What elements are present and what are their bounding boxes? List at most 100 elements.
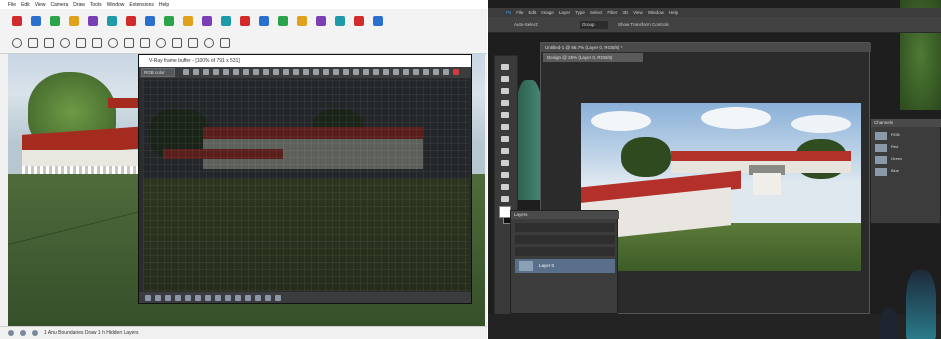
- view-tool-icon[interactable]: [76, 38, 86, 48]
- render-tool-icon[interactable]: [363, 69, 369, 75]
- render-tool-icon[interactable]: [273, 69, 279, 75]
- ps-logo[interactable]: Ps: [506, 10, 511, 15]
- blend-mode-row[interactable]: [515, 235, 615, 244]
- menu-extensions[interactable]: Extensions: [129, 2, 153, 8]
- render-tool-icon[interactable]: [213, 69, 219, 75]
- ps-menu-type[interactable]: Type: [575, 10, 585, 15]
- line-icon[interactable]: [69, 16, 79, 26]
- ps-tool-icon[interactable]: [498, 146, 514, 156]
- rotate-icon[interactable]: [145, 16, 155, 26]
- materials-icon[interactable]: [373, 16, 383, 26]
- channel-green[interactable]: Green: [875, 155, 938, 165]
- ps-tool-icon[interactable]: [498, 122, 514, 132]
- menu-help[interactable]: Help: [159, 2, 169, 8]
- render-tool-icon[interactable]: [453, 69, 459, 75]
- view-tool-icon[interactable]: [204, 38, 214, 48]
- render-bottom-icon[interactable]: [235, 295, 241, 301]
- offset-icon[interactable]: [183, 16, 193, 26]
- orbit-icon[interactable]: [240, 16, 250, 26]
- zoom-extents-icon[interactable]: [297, 16, 307, 26]
- ps-menu-view[interactable]: View: [633, 10, 643, 15]
- ps-menu-help[interactable]: Help: [669, 10, 678, 15]
- view-tool-icon[interactable]: [156, 38, 166, 48]
- render-tool-icon[interactable]: [253, 69, 259, 75]
- render-tool-icon[interactable]: [263, 69, 269, 75]
- view-tool-icon[interactable]: [140, 38, 150, 48]
- scale-icon[interactable]: [164, 16, 174, 26]
- view-tool-icon[interactable]: [124, 38, 134, 48]
- transform-controls-toggle[interactable]: Show Transform Controls: [618, 22, 669, 27]
- view-tool-icon[interactable]: [12, 38, 22, 48]
- ps-menu-image[interactable]: Image: [541, 10, 554, 15]
- render-tool-icon[interactable]: [223, 69, 229, 75]
- render-tool-icon[interactable]: [443, 69, 449, 75]
- channels-panel-title[interactable]: Channels: [871, 119, 941, 127]
- ps-menu-filter[interactable]: Filter: [607, 10, 617, 15]
- rectangle-icon[interactable]: [88, 16, 98, 26]
- eraser-icon[interactable]: [31, 16, 41, 26]
- channel-rgb[interactable]: RGB: [875, 131, 938, 141]
- menu-window[interactable]: Window: [107, 2, 125, 8]
- render-tool-icon[interactable]: [403, 69, 409, 75]
- render-bottom-icon[interactable]: [185, 295, 191, 301]
- menu-camera[interactable]: Camera: [50, 2, 68, 8]
- ps-tool-icon[interactable]: [498, 62, 514, 72]
- render-tool-icon[interactable]: [183, 69, 189, 75]
- menu-view[interactable]: View: [35, 2, 46, 8]
- render-bottom-icon[interactable]: [225, 295, 231, 301]
- render-tool-icon[interactable]: [203, 69, 209, 75]
- document-tab-secondary[interactable]: Design @ 25% (Layer 0, RGB/8): [543, 53, 643, 62]
- menu-file[interactable]: File: [8, 2, 16, 8]
- auto-select-dropdown[interactable]: Group: [580, 21, 608, 29]
- menu-draw[interactable]: Draw: [73, 2, 85, 8]
- render-bottom-icon[interactable]: [275, 295, 281, 301]
- paint-icon[interactable]: [221, 16, 231, 26]
- channel-select[interactable]: RGB color: [141, 68, 175, 77]
- render-tool-icon[interactable]: [423, 69, 429, 75]
- render-tool-icon[interactable]: [283, 69, 289, 75]
- photoshop-canvas[interactable]: [581, 103, 861, 271]
- ps-tool-icon[interactable]: [498, 158, 514, 168]
- ps-menu-select[interactable]: Select: [590, 10, 603, 15]
- help-icon[interactable]: [32, 330, 38, 336]
- render-bottom-icon[interactable]: [215, 295, 221, 301]
- view-tool-icon[interactable]: [188, 38, 198, 48]
- render-tool-icon[interactable]: [353, 69, 359, 75]
- lock-row[interactable]: [515, 247, 615, 256]
- render-tool-icon[interactable]: [293, 69, 299, 75]
- channel-red[interactable]: Red: [875, 143, 938, 153]
- channel-blue[interactable]: Blue: [875, 167, 938, 177]
- render-tool-icon[interactable]: [303, 69, 309, 75]
- view-tool-icon[interactable]: [60, 38, 70, 48]
- render-bottom-icon[interactable]: [195, 295, 201, 301]
- ps-menu-edit[interactable]: Edit: [529, 10, 537, 15]
- render-bottom-icon[interactable]: [265, 295, 271, 301]
- render-tool-icon[interactable]: [393, 69, 399, 75]
- walk-icon[interactable]: [316, 16, 326, 26]
- pan-icon[interactable]: [259, 16, 269, 26]
- ps-tool-icon[interactable]: [498, 110, 514, 120]
- section-icon[interactable]: [335, 16, 345, 26]
- render-tool-icon[interactable]: [323, 69, 329, 75]
- render-bottom-icon[interactable]: [155, 295, 161, 301]
- render-tool-icon[interactable]: [383, 69, 389, 75]
- render-tool-icon[interactable]: [373, 69, 379, 75]
- push-pull-icon[interactable]: [107, 16, 117, 26]
- render-tool-icon[interactable]: [313, 69, 319, 75]
- render-tool-icon[interactable]: [233, 69, 239, 75]
- ps-tool-icon[interactable]: [498, 170, 514, 180]
- ps-menu-layer[interactable]: Layer: [559, 10, 570, 15]
- render-tool-icon[interactable]: [243, 69, 249, 75]
- render-tool-icon[interactable]: [413, 69, 419, 75]
- render-bottom-icon[interactable]: [145, 295, 151, 301]
- view-tool-icon[interactable]: [28, 38, 38, 48]
- ps-menu-file[interactable]: File: [516, 10, 523, 15]
- render-bottom-icon[interactable]: [255, 295, 261, 301]
- view-tool-icon[interactable]: [108, 38, 118, 48]
- layers-panel-title[interactable]: Layers: [511, 211, 619, 219]
- view-tool-icon[interactable]: [92, 38, 102, 48]
- view-tool-icon[interactable]: [172, 38, 182, 48]
- geo-location-icon[interactable]: [8, 330, 14, 336]
- render-tool-icon[interactable]: [193, 69, 199, 75]
- render-bottom-icon[interactable]: [245, 295, 251, 301]
